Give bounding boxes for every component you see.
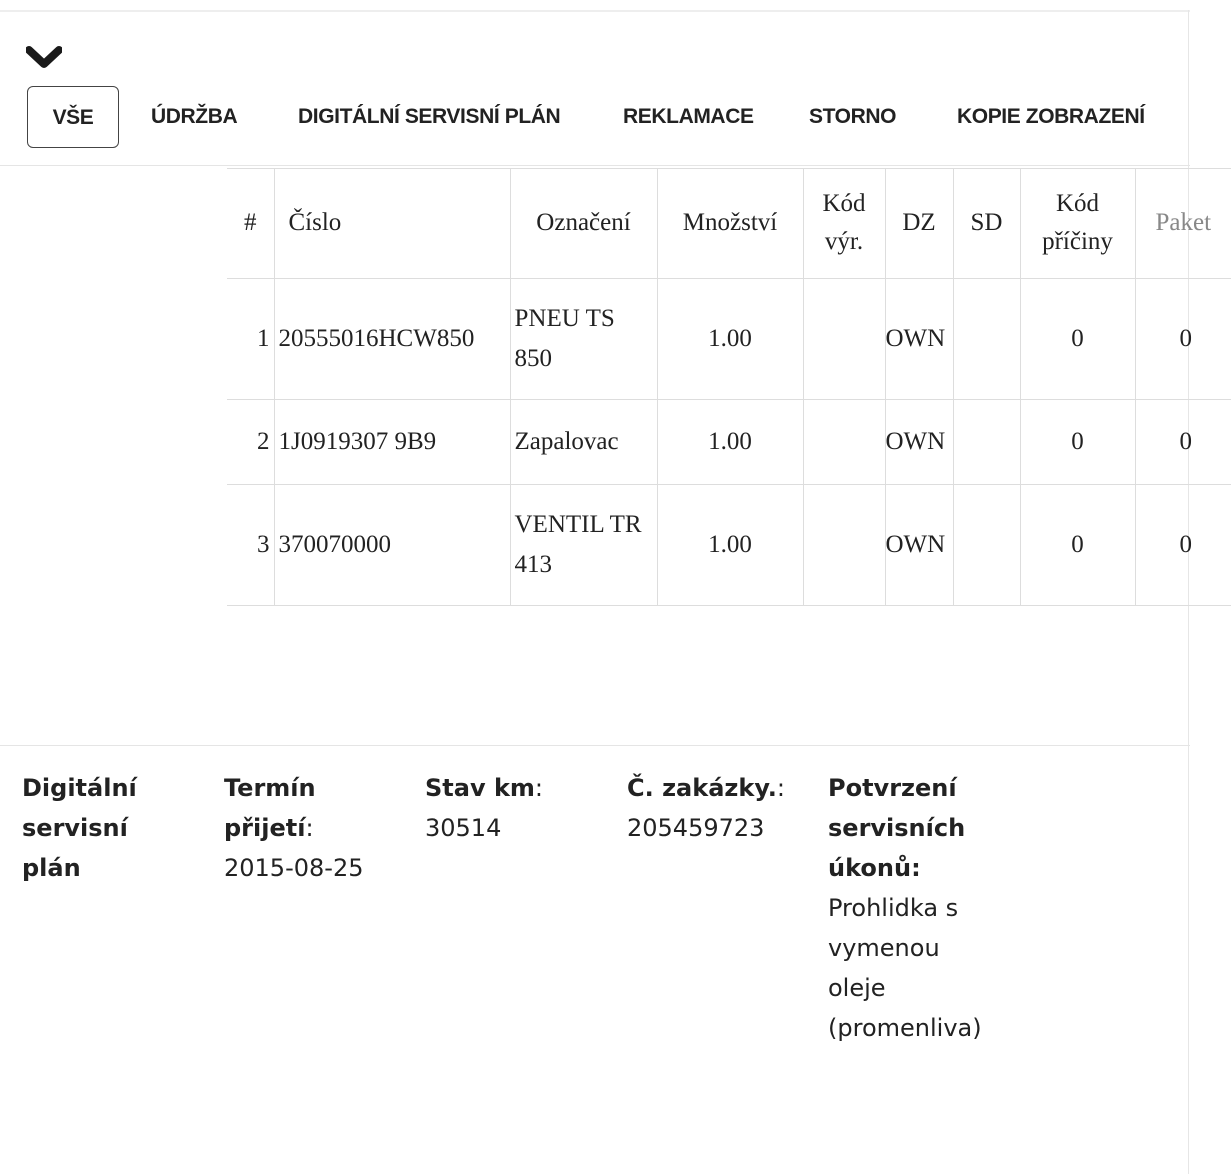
detail-type: Digitální servisní plán [22, 768, 202, 888]
termin-label-line1: Termín [224, 774, 316, 802]
cell-paket: 0 [1135, 484, 1231, 606]
potvrzeni-label-line1: Potvrzení [828, 774, 957, 802]
cell-kod-priciny: 0 [1020, 399, 1136, 485]
cell-mnozstvi: 1.00 [657, 278, 804, 400]
zakazka-colon: : [776, 774, 785, 802]
col-header-oznaceni: Označení [510, 168, 658, 279]
cell-kod-vyr [803, 399, 886, 485]
cell-kod-vyr [803, 278, 886, 400]
detail-zakazka: Č. zakázky.: 205459723 [627, 768, 817, 848]
potvrzeni-label-line2: servisních [828, 814, 966, 842]
col-header-kod-vyr-line2: výr. [824, 228, 864, 255]
top-divider [0, 10, 1190, 12]
tab-digitalni-servisni-plan[interactable]: DIGITÁLNÍ SERVISNÍ PLÁN [298, 86, 561, 148]
col-header-kod-vyr-line1: Kód [822, 190, 866, 217]
col-header-kod-priciny-line2: příčiny [1042, 228, 1113, 255]
cell-oznaceni-line2: 413 [514, 551, 553, 578]
cell-paket: 0 [1135, 278, 1231, 400]
detail-type-line1: Digitální [22, 774, 137, 802]
table-header-row: # Číslo Označení Množství Kód výr. DZ SD … [227, 168, 1231, 279]
cell-kod-vyr [803, 484, 886, 606]
col-header-cislo: Číslo [274, 168, 511, 279]
cell-mnozstvi: 1.00 [657, 399, 804, 485]
cell-num: 2 [227, 399, 275, 485]
cell-dz: OWN [885, 399, 954, 485]
col-header-mnozstvi: Množství [657, 168, 804, 279]
col-header-kod-vyr: Kód výr. [803, 168, 886, 279]
potvrzeni-value-line4: (promenliva) [828, 1014, 982, 1042]
tab-reklamace[interactable]: REKLAMACE [623, 86, 754, 148]
detail-stav-km: Stav km: 30514 [425, 768, 615, 848]
filter-tabs: VŠE ÚDRŽBA DIGITÁLNÍ SERVISNÍ PLÁN REKLA… [0, 86, 1190, 150]
tab-vse[interactable]: VŠE [27, 86, 119, 148]
cell-dz: OWN [885, 278, 954, 400]
zakazka-label: Č. zakázky. [627, 774, 777, 802]
cell-sd [953, 484, 1021, 606]
cell-dz: OWN [885, 484, 954, 606]
details-divider [0, 745, 1190, 746]
parts-table: # Číslo Označení Množství Kód výr. DZ SD … [227, 168, 1231, 606]
col-header-kod-priciny: Kód příčiny [1020, 168, 1136, 279]
detail-termin: Termín přijetí: 2015-08-25 [224, 768, 404, 888]
tab-storno[interactable]: STORNO [809, 86, 896, 148]
potvrzeni-value-line1: Prohlidka s [828, 894, 959, 922]
cell-oznaceni-line1: PNEU TS [514, 305, 615, 332]
stav-value: 30514 [425, 814, 502, 842]
cell-cislo: 20555016HCW850 [274, 278, 511, 400]
detail-type-line2: servisní [22, 814, 128, 842]
cell-kod-priciny: 0 [1020, 484, 1136, 606]
cell-cislo: 1J0919307 9B9 [274, 399, 511, 485]
termin-colon: : [305, 814, 314, 842]
cell-paket: 0 [1135, 399, 1231, 485]
termin-label-line2: přijetí [224, 814, 306, 842]
table-row: 2 1J0919307 9B9 Zapalovac 1.00 OWN 0 0 [227, 399, 1231, 485]
stav-colon: : [534, 774, 544, 802]
tab-kopie-zobrazeni[interactable]: KOPIE ZOBRAZENÍ [957, 86, 1145, 148]
chevron-down-icon[interactable] [26, 44, 62, 70]
cell-cislo: 370070000 [274, 484, 511, 606]
stav-label: Stav km [425, 774, 535, 802]
cell-oznaceni-line2: 850 [514, 345, 553, 372]
cell-sd [953, 278, 1021, 400]
tab-udrzba[interactable]: ÚDRŽBA [151, 86, 238, 148]
tabs-divider [0, 165, 1190, 166]
table-row: 3 370070000 VENTIL TR 413 1.00 OWN 0 0 [227, 484, 1231, 606]
potvrzeni-value-line3: oleje [828, 974, 886, 1002]
potvrzeni-label-line3: úkonů: [828, 854, 921, 882]
potvrzeni-value-line2: vymenou [828, 934, 940, 962]
cell-mnozstvi: 1.00 [657, 484, 804, 606]
cell-oznaceni: VENTIL TR 413 [510, 484, 658, 606]
col-header-num: # [227, 168, 275, 279]
zakazka-value: 205459723 [627, 814, 765, 842]
table-row: 1 20555016HCW850 PNEU TS 850 1.00 OWN 0 0 [227, 278, 1231, 400]
cell-num: 3 [227, 484, 275, 606]
col-header-sd: SD [953, 168, 1021, 279]
termin-value: 2015-08-25 [224, 854, 364, 882]
cell-sd [953, 399, 1021, 485]
col-header-dz: DZ [885, 168, 954, 279]
cell-oznaceni-line1: VENTIL TR [514, 511, 642, 538]
cell-kod-priciny: 0 [1020, 278, 1136, 400]
cell-num: 1 [227, 278, 275, 400]
cell-oznaceni: Zapalovac [510, 399, 658, 485]
cell-oznaceni: PNEU TS 850 [510, 278, 658, 400]
parts-table-container: # Číslo Označení Množství Kód výr. DZ SD … [227, 168, 1231, 606]
detail-type-line3: plán [22, 854, 81, 882]
col-header-paket: Paket [1135, 168, 1231, 279]
detail-potvrzeni: Potvrzení servisních úkonů: Prohlidka s … [828, 768, 1028, 1048]
col-header-kod-priciny-line1: Kód [1055, 190, 1100, 217]
